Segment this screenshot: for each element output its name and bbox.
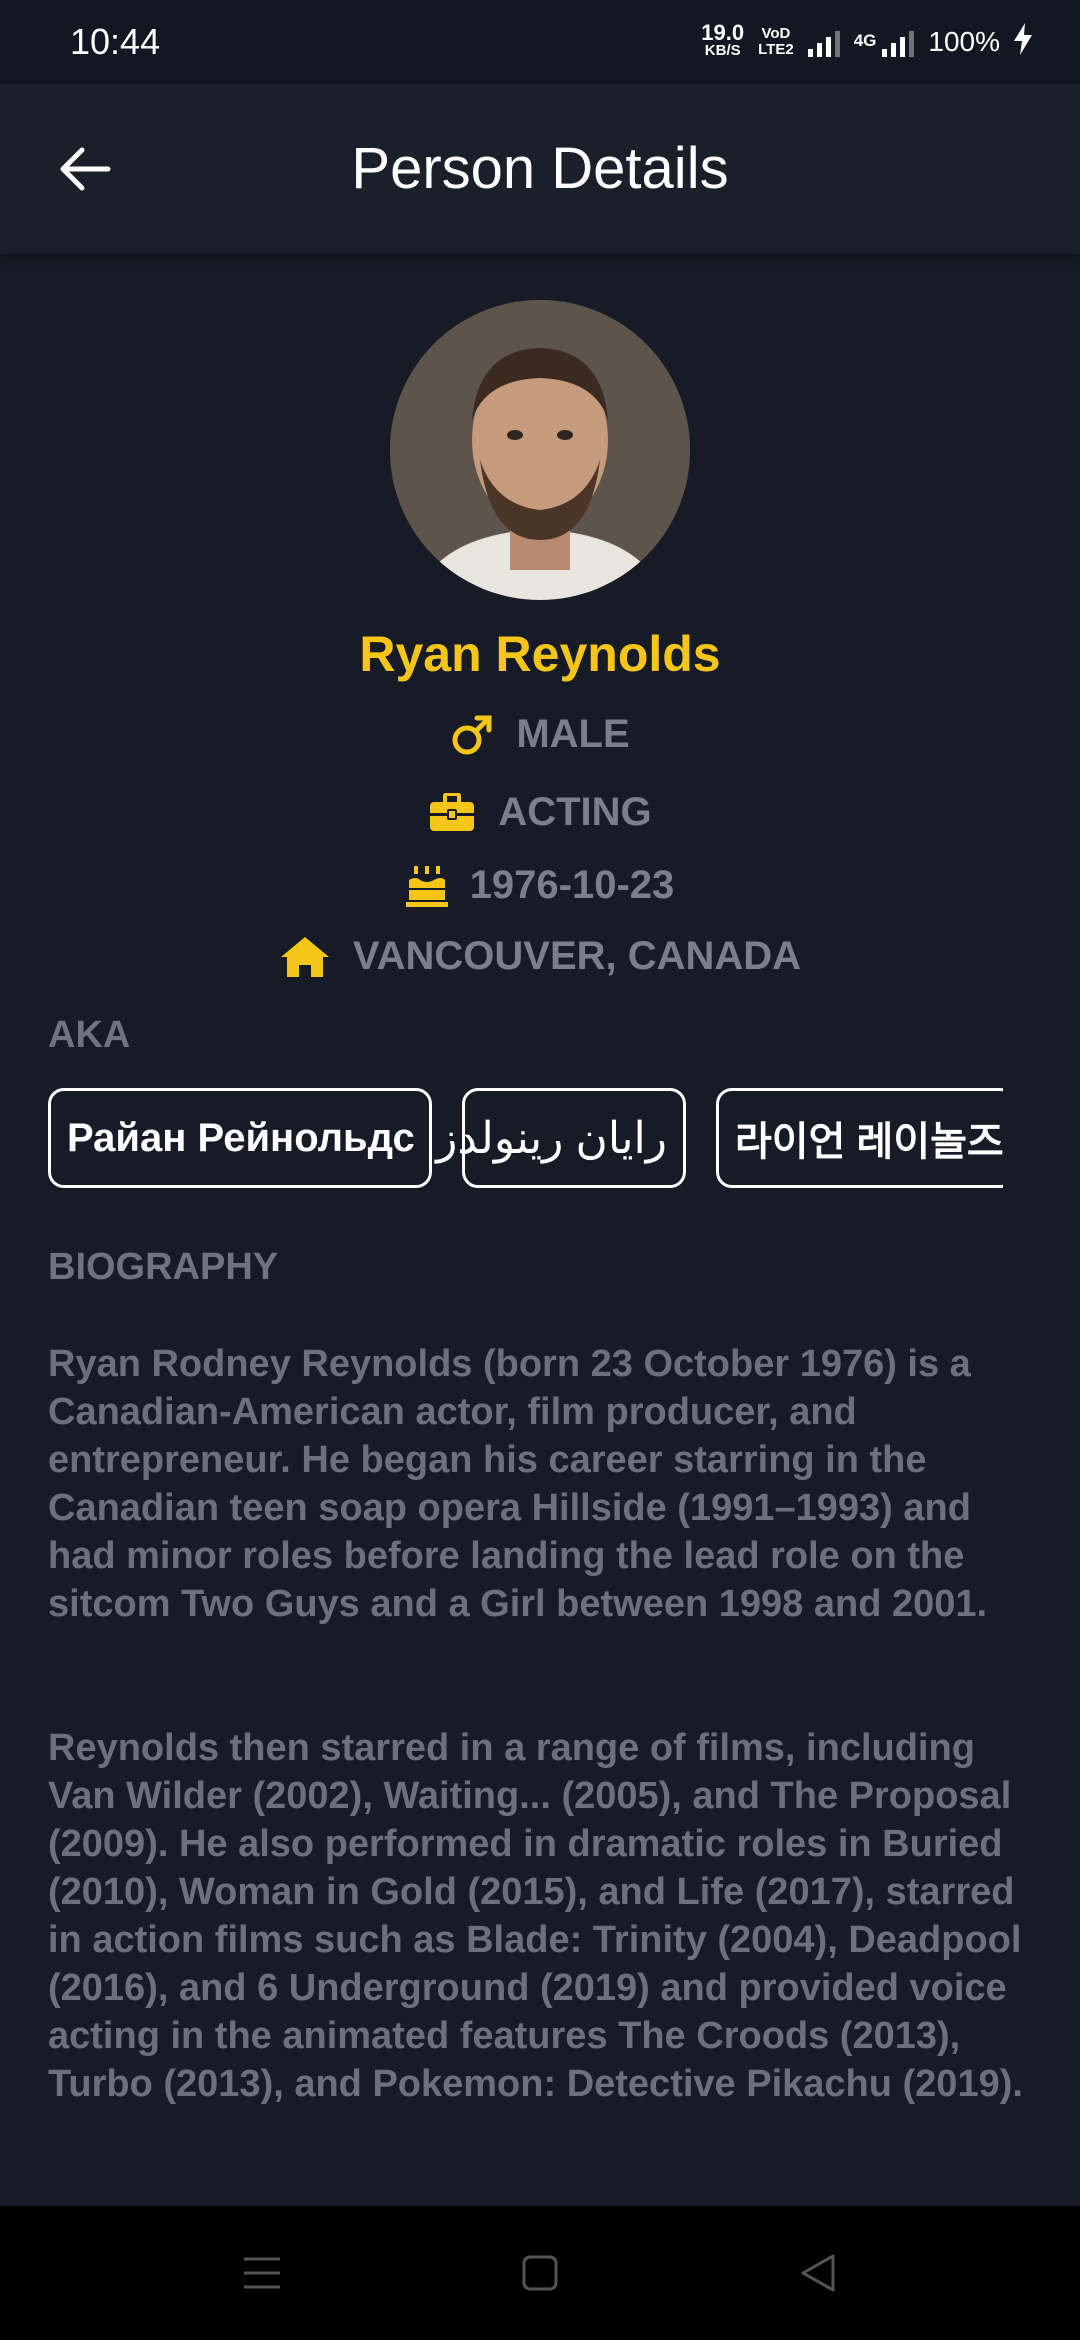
aka-label: AKA: [48, 1014, 131, 1056]
birthday-value: 1976-10-23: [469, 862, 675, 907]
signal-strength-icon-2: [882, 27, 915, 57]
home-icon: [279, 935, 331, 979]
aka-chip[interactable]: 라이언 레이놀즈: [716, 1088, 1003, 1188]
profile-photo: [390, 300, 690, 600]
department-value: ACTING: [498, 790, 652, 834]
biography-paragraph-2: Reynolds then starred in a range of film…: [48, 1727, 1023, 2105]
status-bar: 10:44 19.0 KB/S VoD LTE2 4G 100%: [0, 0, 1080, 84]
gender-value: MALE: [516, 712, 630, 756]
page-title: Person Details: [351, 136, 729, 201]
square-home-icon: [522, 2255, 558, 2291]
biography-label: BIOGRAPHY: [48, 1246, 279, 1288]
network-speed: 19.0 KB/S: [701, 20, 745, 60]
aka-chip[interactable]: رایان رینولدز: [436, 1088, 686, 1188]
birthday-cake-icon: [405, 862, 448, 908]
birthday-row: 1976-10-23: [0, 862, 1080, 908]
back-nav-button[interactable]: [794, 2249, 842, 2297]
charging-icon: [1014, 22, 1032, 62]
place-value: VANCOUVER, CANADA: [352, 934, 802, 978]
aka-list[interactable]: Райан Рейнольдс رایان رینولدز 라이언 레이놀즈: [48, 1088, 1003, 1196]
battery-level: 100%: [928, 26, 1000, 57]
place-row: VANCOUVER, CANADA: [0, 934, 1080, 979]
status-indicators: 19.0 KB/S VoD LTE2 4G 100%: [701, 20, 1032, 62]
briefcase-icon: [428, 792, 476, 833]
status-time: 10:44: [70, 21, 161, 62]
network-type: 4G: [853, 30, 877, 50]
signal-strength-icon-1: [807, 27, 840, 57]
menu-button[interactable]: [238, 2249, 286, 2297]
gender-row: MALE: [0, 712, 1080, 757]
triangle-back-icon: [801, 2254, 835, 2292]
menu-icon: [244, 2257, 280, 2289]
system-navigation-bar: [0, 2206, 1080, 2340]
biography-paragraph-1: Ryan Rodney Reynolds (born 23 October 19…: [48, 1343, 988, 1625]
home-button[interactable]: [516, 2249, 564, 2297]
network-speed-unit: KB/S: [704, 42, 741, 59]
volte-bottom: LTE2: [758, 41, 794, 58]
male-symbol-icon: [450, 713, 494, 757]
aka-chip[interactable]: Райан Рейнольдс: [48, 1088, 432, 1188]
volte-icon: VoD LTE2: [758, 26, 794, 58]
app-bar: Person Details: [0, 84, 1080, 254]
department-row: ACTING: [0, 790, 1080, 835]
person-name: Ryan Reynolds: [359, 626, 721, 682]
network-speed-value: 19.0: [701, 20, 745, 45]
volte-top: VoD: [761, 25, 791, 42]
